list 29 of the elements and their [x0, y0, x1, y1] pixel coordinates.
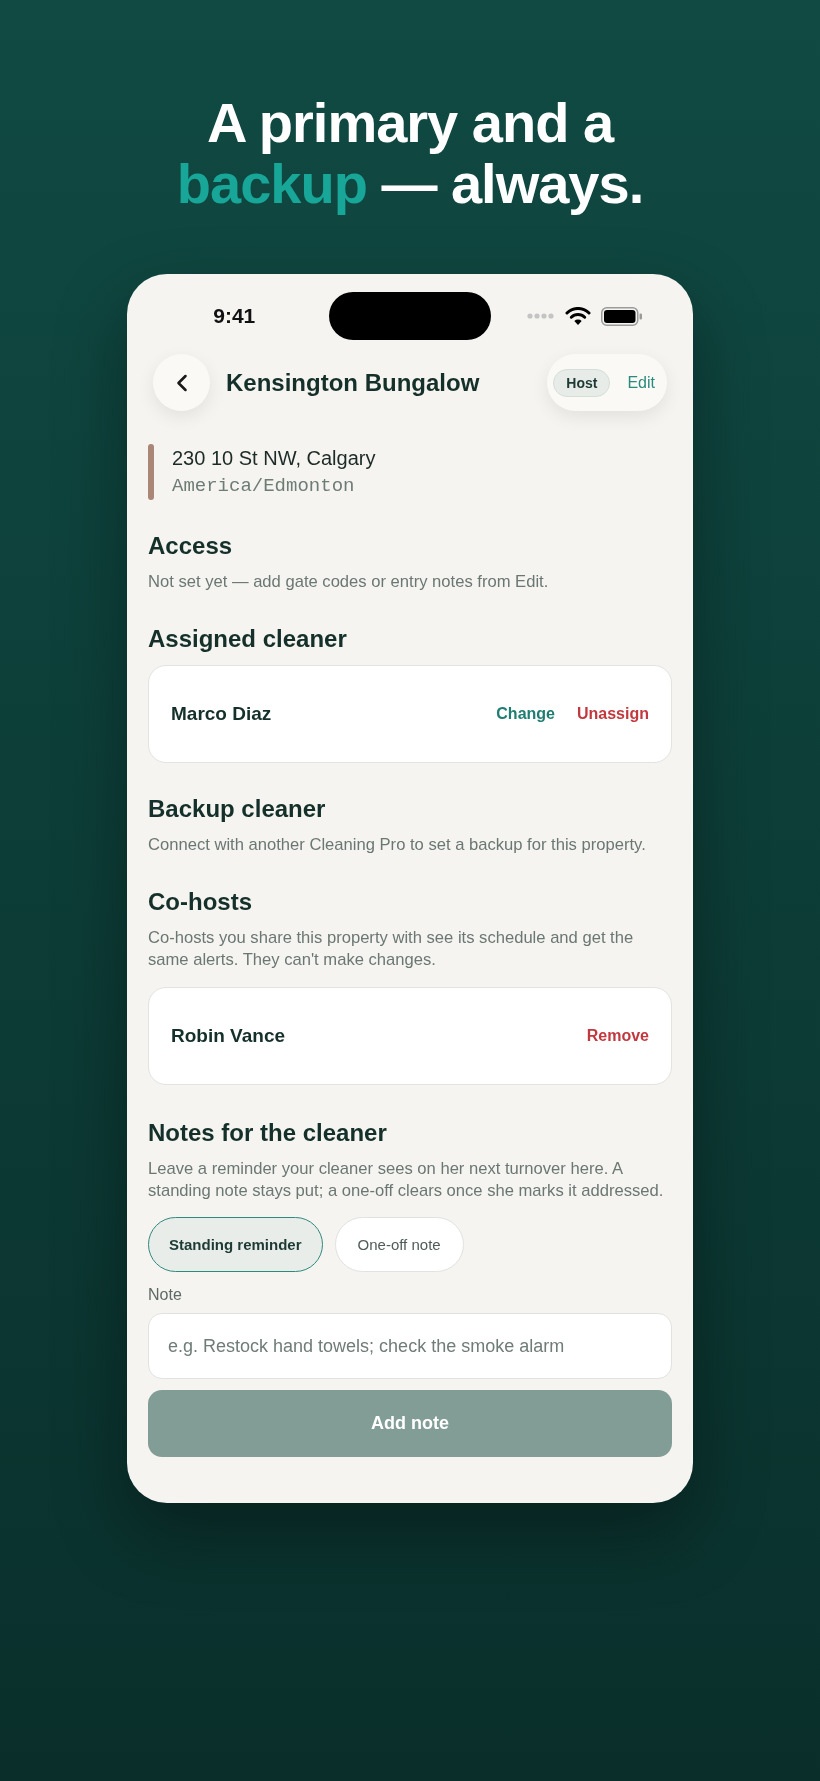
- action-button[interactable]: Remove: [586, 1027, 649, 1045]
- property-address: 230 10 St NW, Calgary: [172, 446, 376, 471]
- section-description: Co-hosts you share this property with see its schedule and get the same alerts. They can't make changes.: [148, 927, 635, 971]
- person-name: Marco Diaz: [171, 703, 272, 725]
- signal-icon: [527, 313, 556, 319]
- note-input[interactable]: e.g. Restock hand towels; check the smoke alarm: [148, 1313, 672, 1379]
- section-title: Co-hosts: [148, 887, 253, 917]
- section-title: Notes for the cleaner: [148, 1118, 388, 1148]
- section-description: Not set yet — add gate codes or entry notes from Edit.: [148, 571, 550, 593]
- headline: A primary and a backup — always.: [175, 92, 645, 214]
- section-title: Access: [148, 531, 234, 561]
- wifi-icon: [565, 307, 592, 325]
- section-description: Connect with another Cleaning Pro to set a backup for this property.: [148, 834, 647, 856]
- status-time: 9:41: [213, 303, 256, 329]
- action-button[interactable]: Change: [496, 705, 555, 723]
- edit-button[interactable]: Edit: [627, 373, 661, 392]
- field-label: Note: [148, 1285, 183, 1305]
- section-title: Backup cleaner: [148, 794, 327, 824]
- action-button[interactable]: Unassign: [577, 705, 649, 723]
- accent-bar: [148, 444, 154, 500]
- role-badge: Host: [553, 368, 611, 397]
- property-timezone: America/Edmonton: [172, 474, 356, 499]
- section-title: Assigned cleaner: [148, 624, 348, 654]
- page-title: Kensington Bungalow: [226, 368, 481, 397]
- person-name: Robin Vance: [171, 1025, 286, 1047]
- note-type-chip[interactable]: One-off note: [334, 1217, 464, 1272]
- note-type-chip[interactable]: Standing reminder: [148, 1217, 323, 1272]
- section-description: Leave a reminder your cleaner sees on her next turnover here. A standing note stays put; a one-off clears once she marks it addressed.: [148, 1158, 665, 1202]
- battery-icon: [601, 306, 643, 326]
